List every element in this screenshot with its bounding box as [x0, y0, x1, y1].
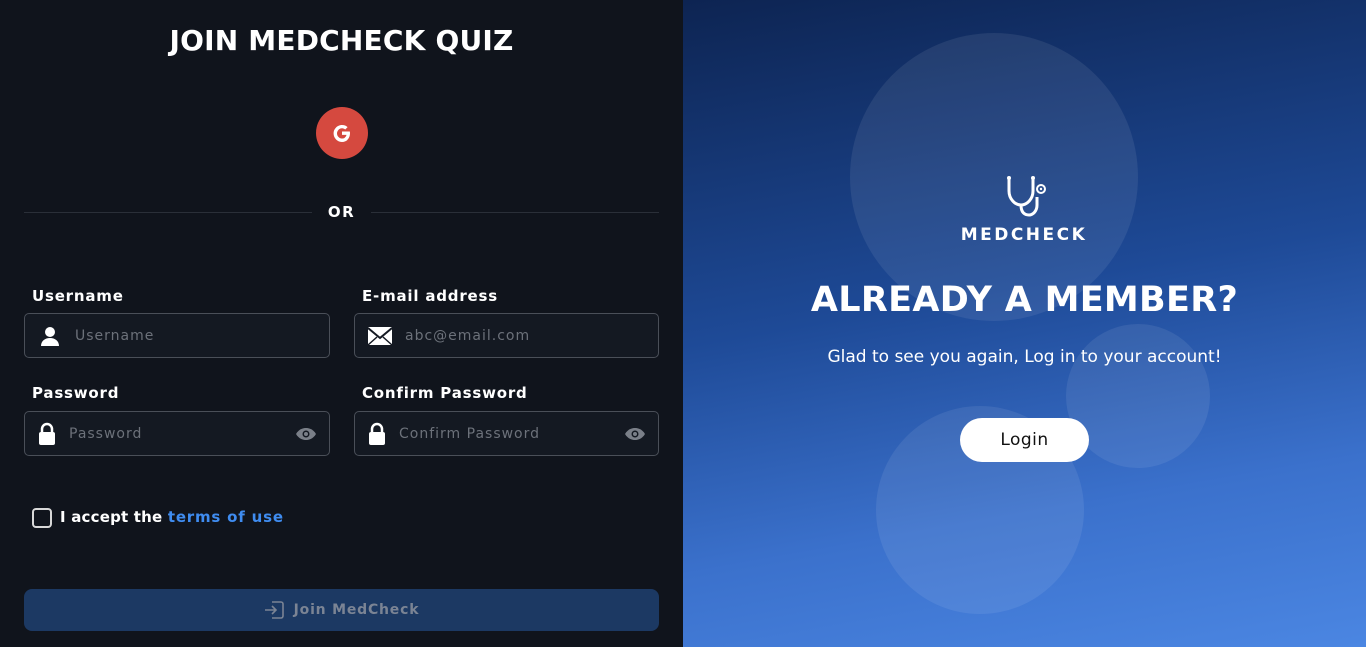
signup-panel: JOIN MEDCHECK QUIZ OR Username E-mail ad…: [0, 0, 683, 647]
username-label: Username: [32, 287, 124, 305]
google-icon: [333, 125, 350, 142]
stethoscope-icon: [1007, 176, 1046, 217]
eye-icon: [296, 427, 316, 440]
show-confirm-password-toggle[interactable]: [612, 427, 658, 441]
email-field: [354, 313, 659, 358]
envelope-icon: [355, 326, 405, 346]
terms-prefix: I accept the: [60, 508, 168, 526]
lock-icon: [355, 422, 399, 446]
google-signin-button[interactable]: [316, 107, 368, 159]
login-panel: MEDCHECK ALREADY A MEMBER? Glad to see y…: [683, 0, 1366, 647]
login-subtitle: Glad to see you again, Log in to your ac…: [827, 347, 1222, 367]
terms-of-use-link[interactable]: terms of use: [168, 508, 284, 526]
user-icon: [25, 325, 75, 347]
confirm-password-field: [354, 411, 659, 456]
password-label: Password: [32, 384, 120, 402]
password-field: [24, 411, 330, 456]
signup-page: JOIN MEDCHECK QUIZ OR Username E-mail ad…: [0, 0, 1366, 647]
confirm-password-label: Confirm Password: [362, 384, 528, 402]
join-button-label: Join MedCheck: [293, 602, 420, 618]
or-separator: OR: [327, 203, 356, 221]
logo-text: MEDCHECK: [960, 225, 1088, 245]
lock-icon: [25, 422, 69, 446]
divider-left: [24, 212, 312, 213]
divider-right: [371, 212, 659, 213]
medcheck-logo: MEDCHECK: [959, 175, 1089, 245]
join-button[interactable]: Join MedCheck: [24, 589, 659, 631]
eye-icon: [625, 427, 645, 440]
confirm-password-input[interactable]: [399, 412, 612, 455]
page-title: JOIN MEDCHECK QUIZ: [169, 24, 514, 57]
email-input[interactable]: [405, 314, 658, 357]
terms-checkbox[interactable]: [32, 508, 52, 528]
username-input[interactable]: [75, 314, 329, 357]
password-input[interactable]: [69, 412, 283, 455]
username-field: [24, 313, 330, 358]
terms-text: I accept the terms of use: [60, 508, 284, 526]
already-member-heading: ALREADY A MEMBER?: [810, 280, 1239, 320]
login-icon: [264, 601, 284, 619]
show-password-toggle[interactable]: [283, 427, 329, 441]
login-button[interactable]: Login: [960, 418, 1089, 462]
email-label: E-mail address: [362, 287, 498, 305]
